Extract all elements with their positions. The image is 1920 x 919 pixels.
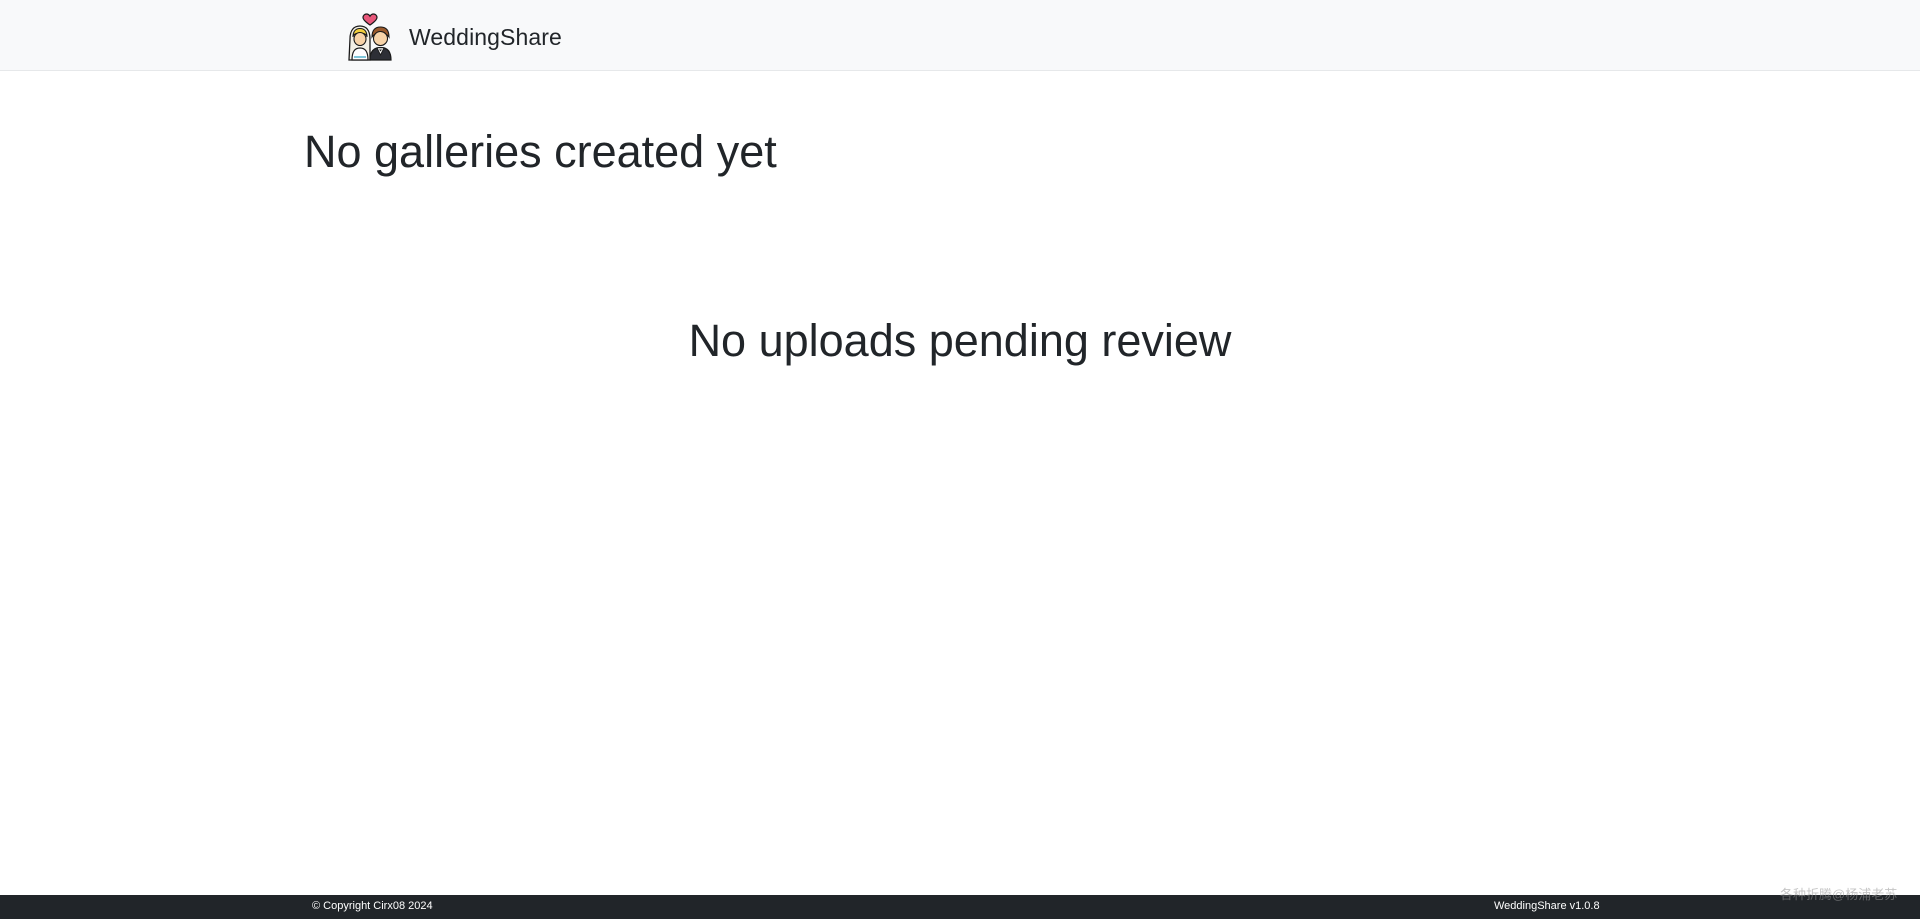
bride-and-groom-icon — [348, 13, 392, 61]
top-navbar: WeddingShare — [0, 0, 1920, 71]
page-footer: © Copyright Cirx08 2024 WeddingShare v1.… — [0, 895, 1920, 919]
footer-copyright: © Copyright Cirx08 2024 — [312, 900, 433, 912]
brand-name: WeddingShare — [409, 23, 562, 50]
watermark-text: 各种折腾@杨浦老苏 — [1780, 887, 1898, 902]
footer-version: WeddingShare v1.0.8 — [1494, 900, 1600, 912]
brand-home-link[interactable]: WeddingShare — [346, 13, 562, 61]
no-galleries-message: No galleries created yet — [304, 126, 777, 177]
no-uploads-pending-message: No uploads pending review — [688, 315, 1232, 366]
